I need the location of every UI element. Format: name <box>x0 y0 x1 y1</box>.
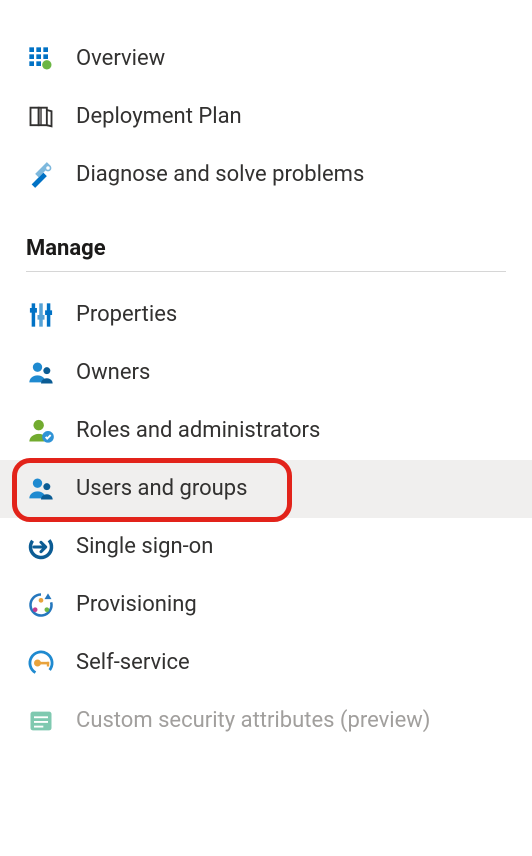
nav-item-deployment-plan[interactable]: Deployment Plan <box>0 88 532 146</box>
sso-arrow-icon <box>26 532 56 562</box>
nav-item-provisioning[interactable]: Provisioning <box>0 576 532 634</box>
properties-sliders-icon <box>26 300 56 330</box>
manage-nav-list: Properties Owners Roles and administrato… <box>0 286 532 750</box>
nav-item-custom-security-attributes[interactable]: Custom security attributes (preview) <box>0 692 532 750</box>
nav-label: Roles and administrators <box>76 417 510 446</box>
nav-label: Provisioning <box>76 591 510 620</box>
provisioning-sync-icon <box>26 590 56 620</box>
top-nav-list: Overview Deployment Plan Diagnose and so… <box>0 30 532 204</box>
section-header-manage: Manage <box>0 204 532 271</box>
self-service-key-icon <box>26 648 56 678</box>
section-divider <box>26 271 506 272</box>
nav-item-overview[interactable]: Overview <box>0 30 532 88</box>
nav-item-self-service[interactable]: Self-service <box>0 634 532 692</box>
security-attributes-icon <box>26 706 56 736</box>
nav-label: Custom security attributes (preview) <box>76 707 510 736</box>
nav-label: Single sign-on <box>76 533 510 562</box>
nav-label: Users and groups <box>76 475 510 504</box>
nav-item-properties[interactable]: Properties <box>0 286 532 344</box>
nav-label: Diagnose and solve problems <box>76 161 510 190</box>
nav-label: Overview <box>76 45 510 74</box>
deployment-book-icon <box>26 102 56 132</box>
nav-item-diagnose[interactable]: Diagnose and solve problems <box>0 146 532 204</box>
users-groups-icon <box>26 474 56 504</box>
nav-item-sso[interactable]: Single sign-on <box>0 518 532 576</box>
owners-people-icon <box>26 358 56 388</box>
nav-label: Owners <box>76 359 510 388</box>
nav-label: Deployment Plan <box>76 103 510 132</box>
roles-admin-icon <box>26 416 56 446</box>
diagnose-tools-icon <box>26 160 56 190</box>
nav-item-users-groups[interactable]: Users and groups <box>0 460 532 518</box>
nav-item-roles-admins[interactable]: Roles and administrators <box>0 402 532 460</box>
nav-item-owners[interactable]: Owners <box>0 344 532 402</box>
overview-grid-icon <box>26 44 56 74</box>
nav-label: Properties <box>76 301 510 330</box>
nav-label: Self-service <box>76 649 510 678</box>
